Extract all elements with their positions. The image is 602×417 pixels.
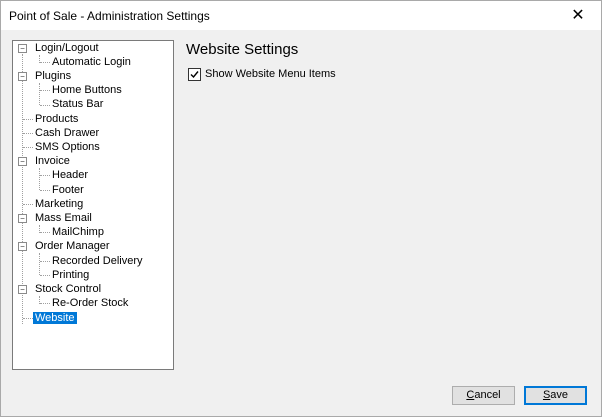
window-title: Point of Sale - Administration Settings	[9, 9, 210, 23]
tree-item-home-buttons[interactable]: Home Buttons	[50, 84, 124, 97]
tree-item-footer[interactable]: Footer	[50, 184, 86, 197]
tree-line	[23, 204, 33, 205]
tree-line	[40, 303, 50, 304]
tree-line	[39, 168, 40, 190]
tree-item-automatic-login[interactable]: Automatic Login	[50, 56, 133, 69]
collapse-icon[interactable]: −	[18, 285, 27, 294]
collapse-icon[interactable]: −	[18, 157, 27, 166]
tree-item-plugins[interactable]: Plugins	[33, 70, 73, 83]
tree-item-mass-email[interactable]: Mass Email	[33, 212, 94, 225]
tree-item-mailchimp[interactable]: MailChimp	[50, 226, 106, 239]
settings-tree[interactable]: − − − − − − Login/Logout Automatic Login…	[12, 40, 174, 370]
tree-line	[22, 54, 23, 324]
tree-line	[40, 275, 50, 276]
cancel-button[interactable]: Cancel	[452, 386, 515, 405]
tree-item-products[interactable]: Products	[33, 113, 80, 126]
save-button-label: ave	[550, 389, 569, 401]
tree-line	[40, 190, 50, 191]
tree-line	[23, 133, 33, 134]
tree-line	[40, 62, 50, 63]
tree-line	[40, 105, 50, 106]
tree-item-sms-options[interactable]: SMS Options	[33, 141, 102, 154]
checkbox-label: Show Website Menu Items	[205, 68, 336, 80]
collapse-icon[interactable]: −	[18, 72, 27, 81]
tree-item-invoice[interactable]: Invoice	[33, 155, 72, 168]
tree-line	[40, 232, 50, 233]
checkmark-icon	[190, 71, 199, 79]
tree-line	[40, 175, 50, 176]
tree-item-header[interactable]: Header	[50, 169, 90, 182]
page-title: Website Settings	[186, 41, 299, 58]
tree-item-status-bar[interactable]: Status Bar	[50, 98, 105, 111]
tree-item-marketing[interactable]: Marketing	[33, 198, 85, 211]
tree-item-website[interactable]: Website	[33, 312, 77, 325]
tree-line	[39, 253, 40, 275]
tree-item-order-manager[interactable]: Order Manager	[33, 240, 112, 253]
collapse-icon[interactable]: −	[18, 242, 27, 251]
title-bar: Point of Sale - Administration Settings …	[1, 1, 601, 30]
collapse-icon[interactable]: −	[18, 214, 27, 223]
collapse-icon[interactable]: −	[18, 44, 27, 53]
tree-line	[39, 83, 40, 105]
settings-window: Point of Sale - Administration Settings …	[0, 0, 602, 417]
tree-item-stock-control[interactable]: Stock Control	[33, 283, 103, 296]
tree-line	[40, 261, 50, 262]
tree-item-cash-drawer[interactable]: Cash Drawer	[33, 127, 101, 140]
show-website-menu-items-checkbox[interactable]	[188, 68, 201, 81]
close-icon[interactable]: ✕	[555, 1, 601, 30]
tree-line	[23, 318, 33, 319]
tree-line	[23, 147, 33, 148]
tree-item-login-logout[interactable]: Login/Logout	[33, 42, 101, 55]
tree-line	[40, 90, 50, 91]
tree-item-recorded-delivery[interactable]: Recorded Delivery	[50, 255, 144, 268]
tree-item-printing[interactable]: Printing	[50, 269, 91, 282]
tree-line	[23, 119, 33, 120]
tree-item-re-order-stock[interactable]: Re-Order Stock	[50, 297, 130, 310]
cancel-button-label: ancel	[474, 389, 501, 401]
save-button[interactable]: Save	[524, 386, 587, 405]
